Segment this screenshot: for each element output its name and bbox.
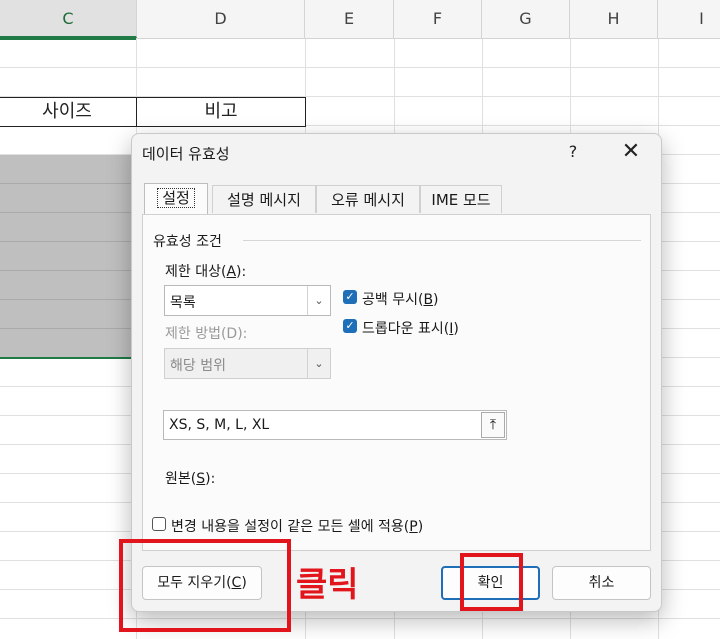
dialog-title: 데이터 유효성 (142, 145, 230, 163)
column-header-d[interactable]: D (137, 0, 305, 38)
close-icon: ✕ (621, 139, 641, 164)
validation-criteria-label: 유효성 조건 (153, 231, 228, 251)
allow-select-value: 목록 (170, 295, 196, 311)
click-annotation: 클릭 (296, 565, 359, 605)
selection-border (0, 38, 136, 40)
range-select-button[interactable]: ⤒ (481, 412, 505, 438)
cell-note-header[interactable]: 비고 (136, 97, 306, 127)
settings-panel: 유효성 조건 제한 대상(A): 목록 ⌄ 제한 방법(D): 해당 범위 ⌄ … (142, 214, 651, 551)
ignore-blank-label: 공백 무시(B) (362, 292, 439, 308)
highlight-box-ok (460, 553, 523, 611)
column-header-row: C D E F G H I (0, 0, 720, 39)
column-header-c[interactable]: C (0, 0, 137, 38)
selected-range[interactable] (0, 155, 136, 358)
allow-select[interactable]: 목록 ⌄ (164, 285, 331, 316)
column-header-e[interactable]: E (305, 0, 394, 38)
tab-ime-mode[interactable]: IME 모드 (420, 185, 502, 213)
in-cell-dropdown-label: 드롭다운 표시(I) (362, 321, 459, 337)
checkbox-unchecked-icon (152, 517, 166, 531)
tab-label: 설정 (157, 188, 195, 208)
column-header-f[interactable]: F (394, 0, 482, 38)
column-header-h[interactable]: H (570, 0, 658, 38)
checkbox-checked-icon: ✓ (343, 319, 357, 333)
tab-input-message[interactable]: 설명 메시지 (212, 185, 316, 213)
chevron-down-icon[interactable]: ⌄ (307, 286, 330, 315)
source-input[interactable]: XS, S, M, L, XL ⤒ (163, 410, 507, 440)
upload-arrow-icon: ⤒ (489, 417, 497, 433)
apply-all-label: 변경 내용을 설정이 같은 모든 셀에 적용(P) (171, 519, 424, 535)
allow-label: 제한 대상(A): (165, 264, 247, 280)
close-button[interactable]: ✕ (618, 139, 644, 165)
source-input-value: XS, S, M, L, XL (169, 417, 270, 433)
chevron-down-icon: ⌄ (307, 349, 330, 378)
group-divider (243, 240, 641, 241)
checkbox-checked-icon: ✓ (343, 290, 357, 304)
source-label: 원본(S): (165, 471, 216, 487)
cancel-button[interactable]: 취소 (552, 566, 651, 600)
data-select: 해당 범위 ⌄ (164, 348, 331, 379)
cell-size-header[interactable]: 사이즈 (0, 97, 137, 127)
column-header-i[interactable]: I (658, 0, 720, 38)
data-label: 제한 방법(D): (165, 326, 248, 342)
help-button[interactable]: ? (562, 141, 584, 163)
selection-border (0, 357, 136, 359)
tab-error-alert[interactable]: 오류 메시지 (316, 185, 420, 213)
column-header-g[interactable]: G (482, 0, 570, 38)
dialog-titlebar[interactable]: 데이터 유효성 ? ✕ (132, 134, 661, 172)
data-select-value: 해당 범위 (170, 358, 226, 374)
highlight-box-clear-all (119, 539, 291, 632)
tab-settings[interactable]: 설정 (144, 183, 208, 214)
